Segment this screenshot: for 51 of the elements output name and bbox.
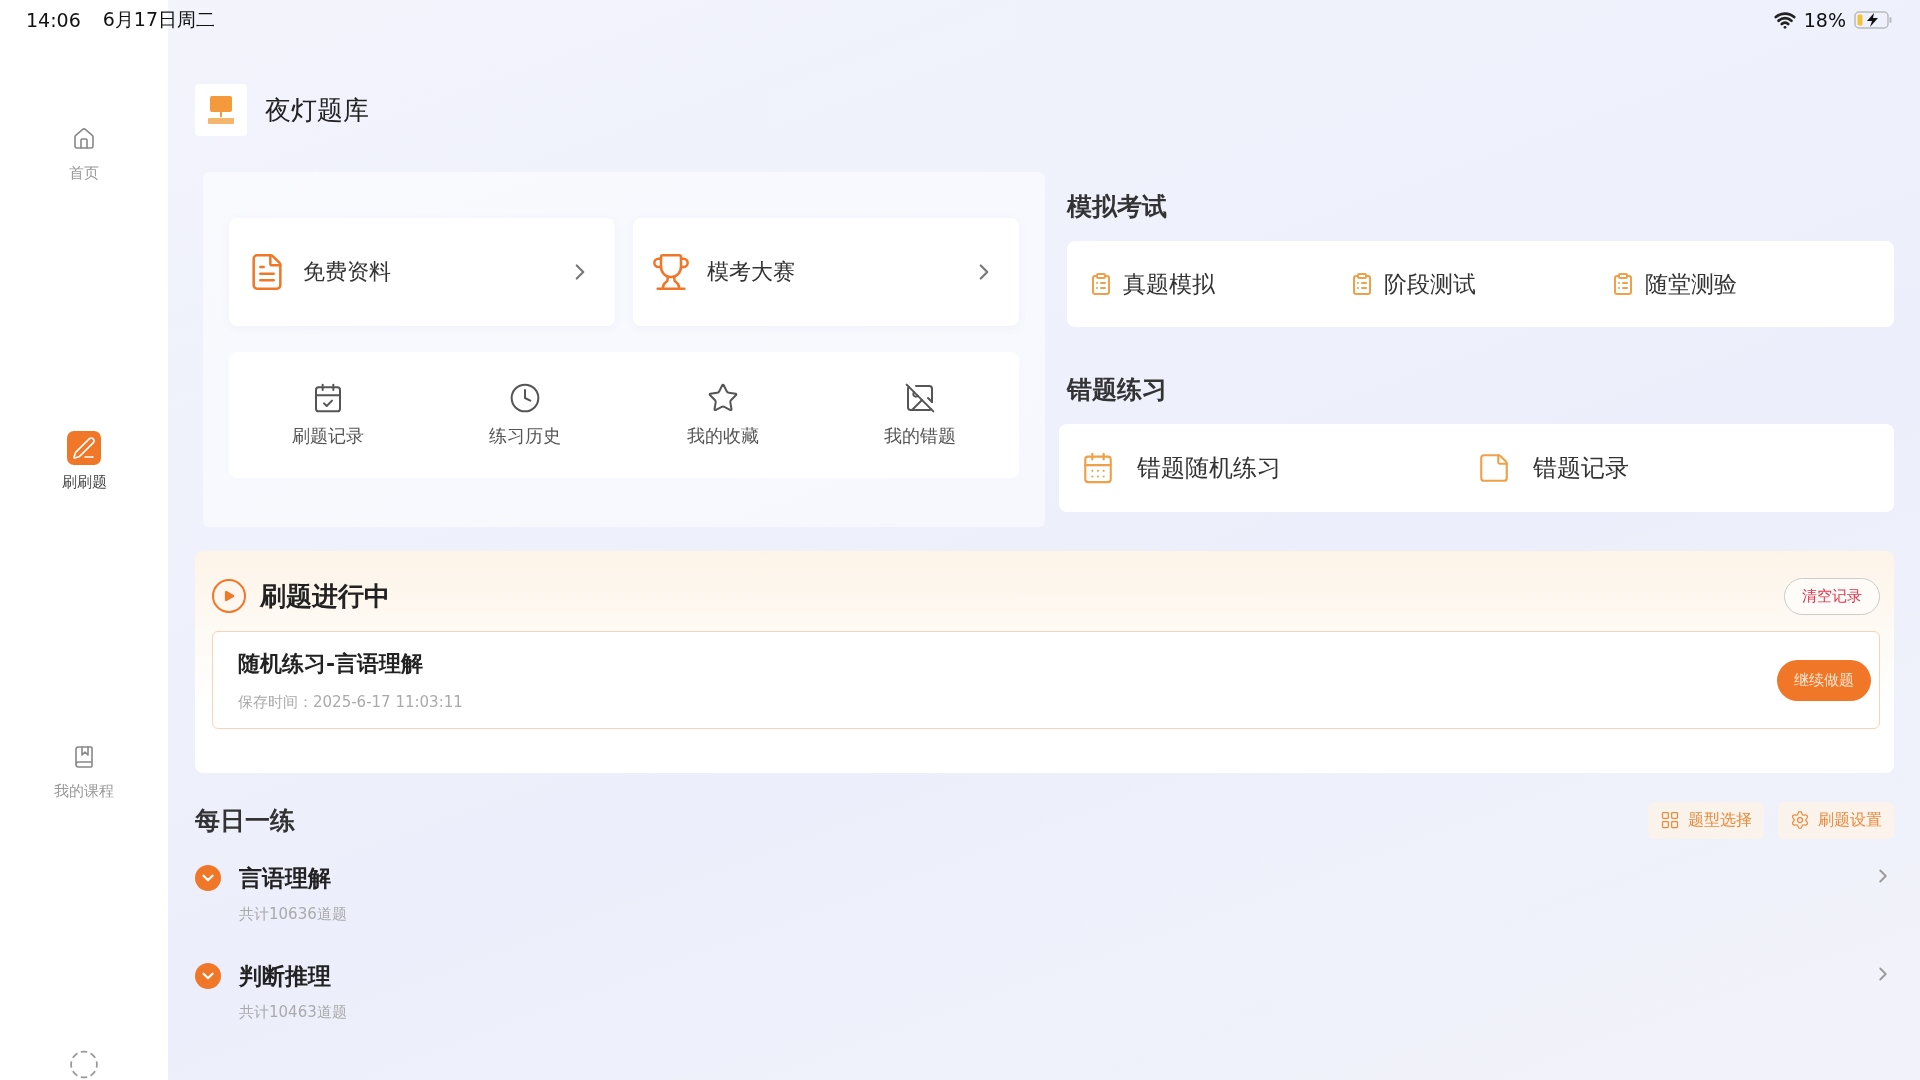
battery-icon [1854, 10, 1894, 30]
question-count: 共计10463道题 [239, 1003, 348, 1022]
tool-button[interactable]: 我的收藏 [624, 381, 822, 449]
sidebar-item[interactable]: 刷刷题 [61, 431, 107, 492]
exam-paper-icon [1350, 272, 1374, 296]
trophy-icon [651, 252, 691, 292]
tool-button[interactable]: 练习历史 [426, 381, 624, 449]
grid-icon [1660, 810, 1680, 830]
section-title: 错题练习 [1067, 374, 1168, 406]
daily-item[interactable]: 言语理解 共计10636道题 [195, 843, 1894, 941]
daily-item-title: 判断推理 [239, 963, 332, 989]
section-title: 每日一练 [195, 804, 296, 837]
pen-icon [72, 436, 96, 460]
app-title: 夜灯题库 [265, 93, 369, 127]
loading-icon[interactable] [67, 1049, 101, 1080]
play-icon [212, 579, 246, 613]
star-icon [706, 382, 739, 414]
wrong-practice-item[interactable]: 错题记录 [1476, 451, 1872, 485]
book-icon [72, 745, 96, 769]
shortcut-card[interactable]: 免费资料 [229, 218, 615, 326]
tool-button[interactable]: 我的错题 [821, 381, 1019, 449]
home-icon [72, 127, 96, 151]
tool-button[interactable]: 刷题记录 [229, 381, 427, 449]
daily-item-title: 言语理解 [239, 865, 332, 891]
question-count: 共计10636道题 [239, 905, 348, 924]
mock-exam-item[interactable]: 随堂测验 [1611, 268, 1872, 300]
status-time: 14:06 [26, 9, 81, 31]
mock-exam-item[interactable]: 阶段测试 [1350, 268, 1611, 300]
calendar-icon [1081, 451, 1115, 485]
battery-percent: 18% [1803, 9, 1846, 31]
exam-paper-icon [1611, 272, 1635, 296]
shortcut-label: 免费资料 [303, 258, 392, 286]
daily-item[interactable]: 判断推理 共计10463道题 [195, 941, 1894, 1039]
section-title: 模拟考试 [1067, 191, 1168, 223]
picture-cross-icon [904, 382, 937, 414]
settings-icon [1790, 810, 1810, 830]
app-logo [195, 84, 247, 136]
wrong-practice-item[interactable]: 错题随机练习 [1081, 451, 1477, 485]
exam-paper-icon [1089, 272, 1113, 296]
shortcut-card[interactable]: 模考大赛 [633, 218, 1019, 326]
section-title: 刷题进行中 [260, 579, 390, 613]
mock-exam-item[interactable]: 真题模拟 [1089, 268, 1350, 300]
saved-time: 保存时间：2025-6-17 11:03:11 [238, 692, 464, 712]
chevron-down-icon [195, 963, 221, 989]
wifi-icon [1773, 9, 1796, 31]
chevron-down-icon [195, 865, 221, 891]
clock-icon [509, 382, 542, 414]
clear-records-button[interactable]: 清空记录 [1784, 577, 1880, 615]
shortcut-label: 模考大赛 [707, 258, 796, 286]
session-title: 随机练习-言语理解 [238, 649, 425, 678]
status-date: 6月17日周二 [102, 7, 216, 32]
